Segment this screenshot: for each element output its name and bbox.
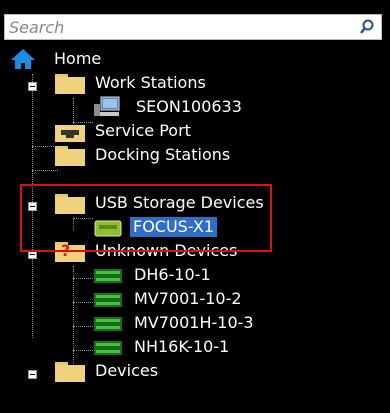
tree-item-label: Home: [54, 49, 102, 68]
tree-item-label: MV7001-10-2: [134, 289, 242, 308]
folder-icon: [55, 362, 85, 382]
tree-item-label: SEON100633: [136, 97, 242, 116]
service-port-icon: [55, 125, 85, 142]
tree-item-label: Docking Stations: [95, 145, 231, 164]
computer-icon: [94, 96, 120, 116]
device-icon: [94, 341, 122, 355]
folder-icon: [55, 146, 85, 166]
collapse-toggle[interactable]: [28, 370, 37, 379]
tree-item-devices[interactable]: Devices: [0, 360, 390, 384]
device-icon: [94, 293, 122, 307]
device-icon: [94, 269, 122, 283]
search-input[interactable]: Search: [9, 18, 64, 37]
tree-item-work-stations[interactable]: Work Stations: [0, 72, 390, 96]
search-box[interactable]: Search: [4, 14, 382, 40]
tree-item-device[interactable]: NH16K-10-1: [0, 336, 390, 360]
search-icon[interactable]: [359, 19, 375, 35]
tree-item-device[interactable]: MV7001-10-2: [0, 288, 390, 312]
device-tree: Home Work Stations SEON100633 Service Po…: [0, 42, 390, 413]
tree-item-label: MV7001H-10-3: [134, 313, 254, 332]
tree-item-label: Work Stations: [95, 73, 206, 92]
tree-item-service-port[interactable]: Service Port: [0, 120, 390, 144]
tree-item-device[interactable]: MV7001H-10-3: [0, 312, 390, 336]
tree-item-device[interactable]: DH6-10-1: [0, 264, 390, 288]
tree-item-label: Service Port: [95, 121, 191, 140]
tree-item-label: NH16K-10-1: [134, 337, 230, 356]
tree-item-docking-stations[interactable]: Docking Stations: [0, 144, 390, 168]
folder-icon: [55, 74, 85, 94]
highlight-box: [20, 184, 272, 252]
collapse-toggle[interactable]: [28, 82, 37, 91]
tree-item-seon100633[interactable]: SEON100633: [0, 96, 390, 120]
tree-item-label: Devices: [95, 361, 159, 380]
tree-item-home[interactable]: Home: [0, 48, 390, 72]
tree-connector: [32, 170, 58, 171]
home-icon: [11, 49, 35, 69]
tree-item-label: DH6-10-1: [134, 265, 211, 284]
device-icon: [94, 317, 122, 331]
